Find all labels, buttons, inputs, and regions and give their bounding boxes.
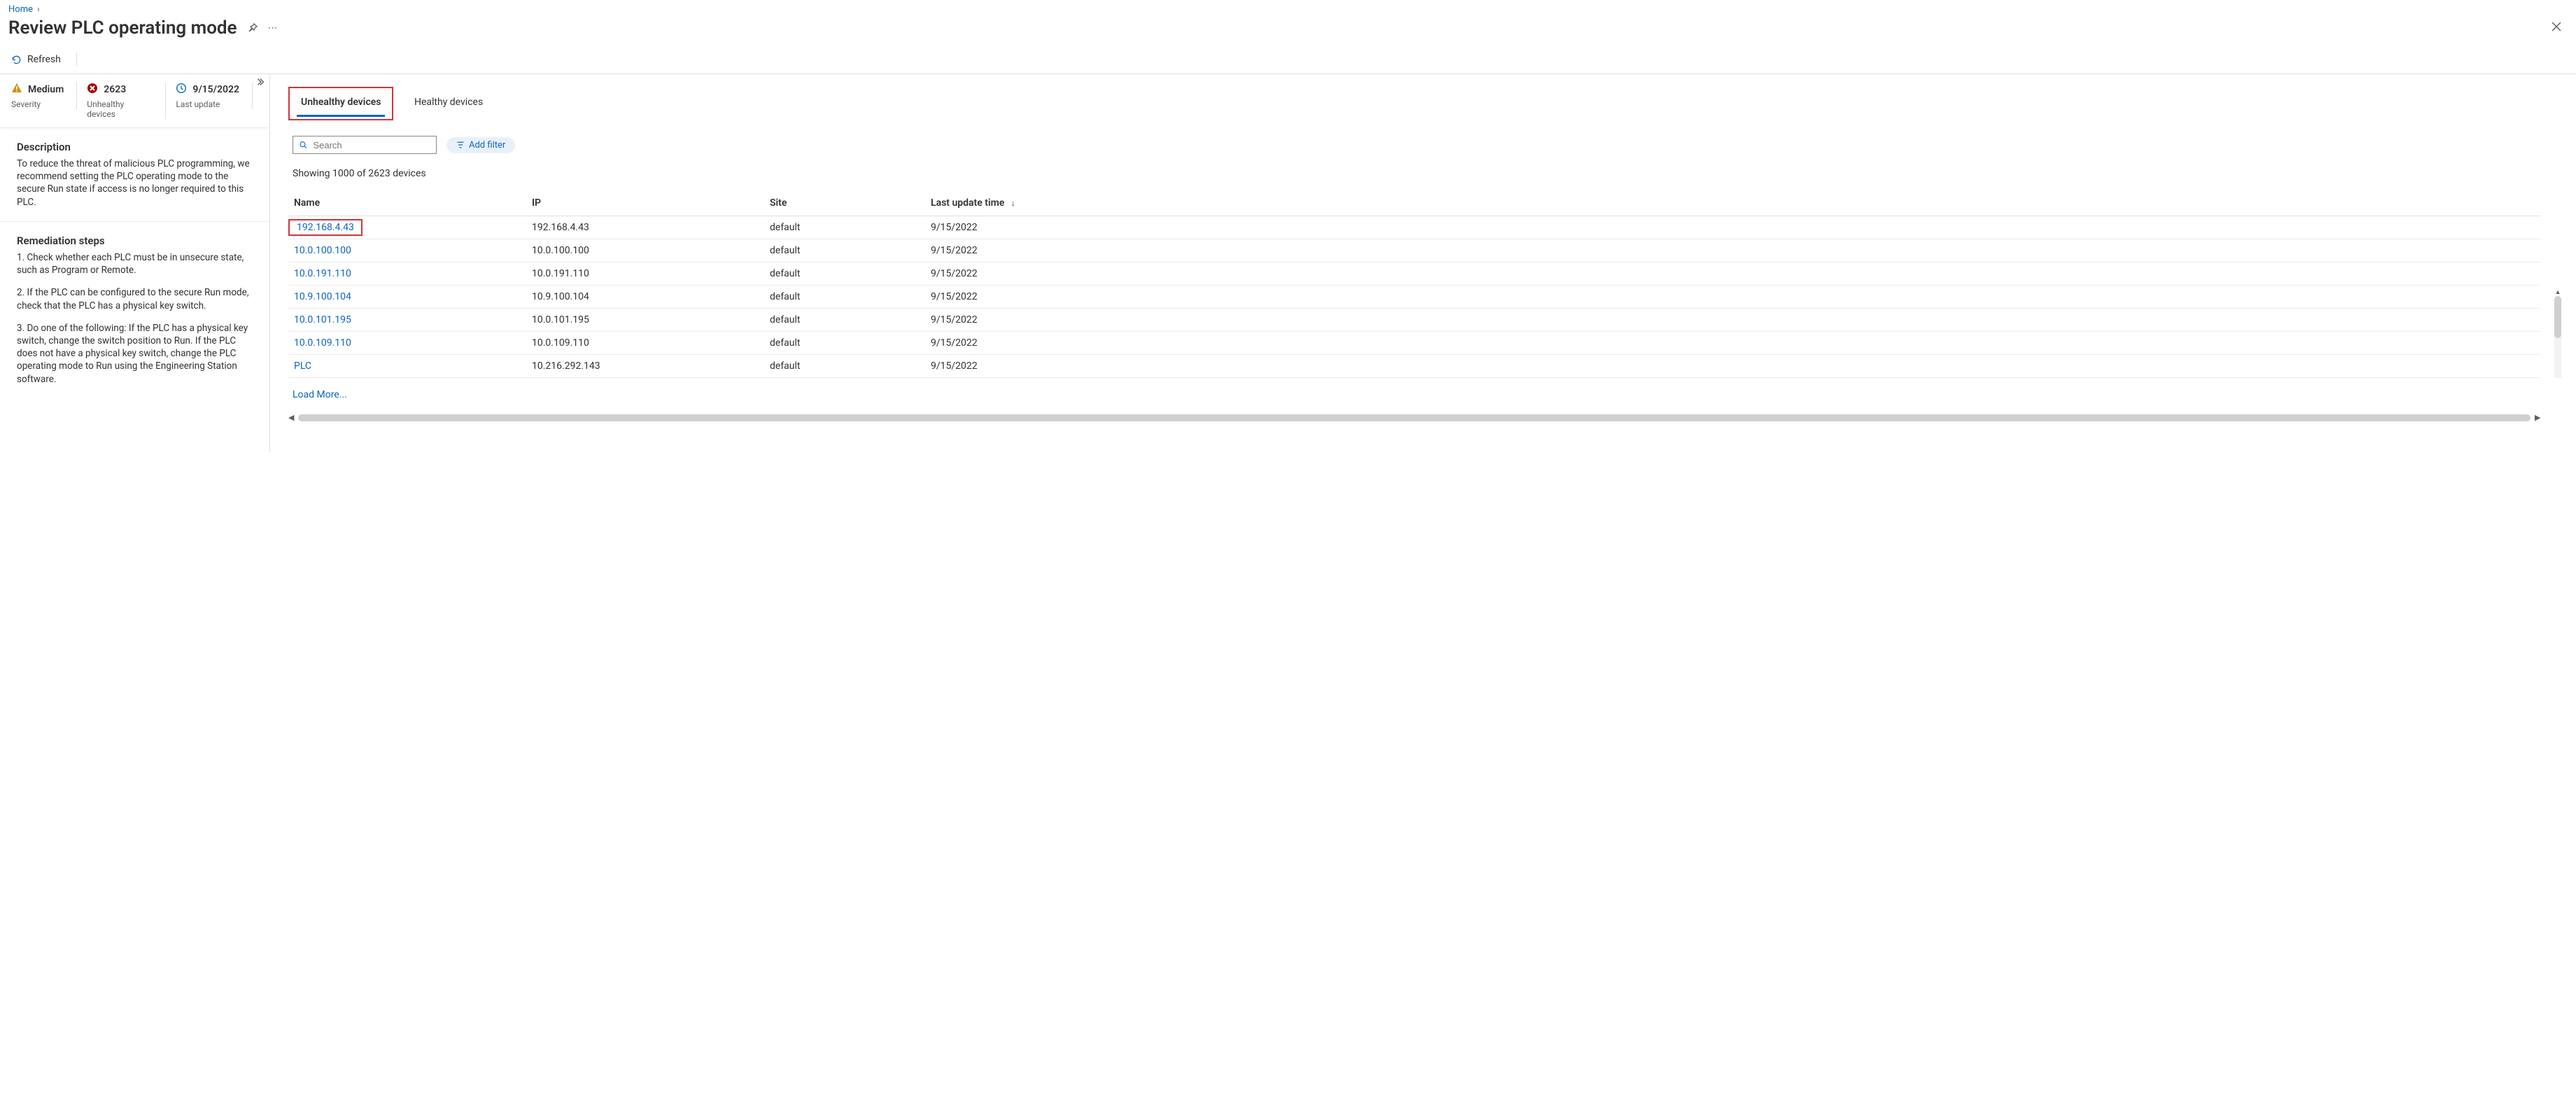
- load-more-link[interactable]: Load More...: [293, 389, 2563, 400]
- col-ip[interactable]: IP: [526, 190, 764, 216]
- error-icon: [87, 83, 98, 97]
- filter-icon: [456, 141, 465, 149]
- device-name-link[interactable]: 10.0.191.110: [294, 268, 351, 279]
- device-last-update: 9/15/2022: [925, 262, 2540, 286]
- add-filter-button[interactable]: Add filter: [446, 137, 515, 153]
- search-input[interactable]: [293, 136, 437, 154]
- metric-severity: Medium Severity: [11, 83, 77, 109]
- tab-healthy-devices[interactable]: Healthy devices: [410, 90, 487, 117]
- search-field[interactable]: [313, 140, 430, 150]
- device-name-link[interactable]: 192.168.4.43: [288, 219, 363, 236]
- tab-highlight-box: Unhealthy devices: [288, 87, 393, 120]
- metrics-strip: Medium Severity 2623 Unhealthy devices: [0, 74, 269, 128]
- description-heading: Description: [17, 141, 254, 153]
- close-icon[interactable]: [2551, 21, 2568, 35]
- refresh-button[interactable]: Refresh: [11, 54, 61, 65]
- device-name-link[interactable]: 10.0.100.100: [294, 245, 351, 256]
- devices-pane: Unhealthy devices Healthy devices Add fi…: [270, 74, 2576, 452]
- scroll-right-icon[interactable]: ▶: [2535, 413, 2540, 422]
- remediation-step: 2. If the PLC can be configured to the s…: [17, 286, 254, 311]
- device-site: default: [764, 216, 925, 239]
- tab-unhealthy-devices[interactable]: Unhealthy devices: [297, 90, 385, 117]
- scroll-left-icon[interactable]: ◀: [288, 413, 294, 422]
- unhealthy-label: Unhealthy devices: [87, 99, 153, 119]
- metrics-expand-icon[interactable]: [255, 77, 265, 90]
- col-last-update-label: Last update time: [931, 197, 1004, 209]
- description-body: To reduce the threat of malicious PLC pr…: [17, 157, 254, 209]
- device-ip: 10.9.100.104: [526, 286, 764, 309]
- remediation-step: 3. Do one of the following: If the PLC h…: [17, 322, 254, 386]
- col-site[interactable]: Site: [764, 190, 925, 216]
- remediation-heading: Remediation steps: [17, 234, 254, 247]
- device-name-link[interactable]: 10.9.100.104: [294, 291, 351, 302]
- more-icon[interactable]: ⋯: [268, 22, 279, 34]
- device-ip: 192.168.4.43: [526, 216, 764, 239]
- metric-last-update: 9/15/2022 Last update: [176, 83, 253, 109]
- clock-icon: [176, 83, 187, 97]
- breadcrumb-home[interactable]: Home: [8, 4, 33, 15]
- device-last-update: 9/15/2022: [925, 309, 2540, 332]
- title-row: Review PLC operating mode ⋯: [0, 15, 2576, 48]
- remediation-step: 1. Check whether each PLC must be in uns…: [17, 251, 254, 276]
- breadcrumb: Home ›: [0, 0, 2576, 15]
- device-last-update: 9/15/2022: [925, 355, 2540, 378]
- table-row[interactable]: 10.9.100.10410.9.100.104default9/15/2022: [288, 286, 2540, 309]
- vertical-scrollbar[interactable]: ▲ ▼: [2554, 288, 2562, 378]
- unhealthy-value: 2623: [104, 84, 126, 95]
- search-icon: [299, 140, 307, 150]
- device-last-update: 9/15/2022: [925, 239, 2540, 262]
- device-ip: 10.0.100.100: [526, 239, 764, 262]
- table-row[interactable]: 10.0.101.19510.0.101.195default9/15/2022: [288, 309, 2540, 332]
- pin-icon[interactable]: [247, 22, 258, 34]
- device-site: default: [764, 286, 925, 309]
- sort-desc-icon: ↓: [1011, 198, 1015, 208]
- device-site: default: [764, 262, 925, 286]
- device-last-update: 9/15/2022: [925, 286, 2540, 309]
- page-title: Review PLC operating mode: [8, 17, 237, 38]
- device-last-update: 9/15/2022: [925, 216, 2540, 239]
- col-name[interactable]: Name: [288, 190, 526, 216]
- table-row[interactable]: PLC 10.216.292.143default9/15/2022: [288, 355, 2540, 378]
- refresh-label: Refresh: [27, 54, 61, 65]
- details-pane: Medium Severity 2623 Unhealthy devices: [0, 74, 270, 452]
- last-update-label: Last update: [176, 99, 239, 109]
- table-row[interactable]: 10.0.191.11010.0.191.110default9/15/2022: [288, 262, 2540, 286]
- metric-unhealthy: 2623 Unhealthy devices: [87, 83, 166, 119]
- device-name-link[interactable]: PLC: [294, 360, 311, 372]
- device-site: default: [764, 239, 925, 262]
- devices-table: Name IP Site Last update time ↓ 192.168.…: [288, 190, 2540, 378]
- scroll-up-icon[interactable]: ▲: [2555, 288, 2561, 296]
- showing-count: Showing 1000 of 2623 devices: [293, 168, 2563, 179]
- device-ip: 10.216.292.143: [526, 355, 764, 378]
- table-row[interactable]: 10.0.109.11010.0.109.110default9/15/2022: [288, 332, 2540, 355]
- command-separator: [76, 52, 77, 66]
- device-ip: 10.0.101.195: [526, 309, 764, 332]
- severity-label: Severity: [11, 99, 64, 109]
- col-last-update[interactable]: Last update time ↓: [925, 190, 2540, 216]
- device-site: default: [764, 355, 925, 378]
- device-ip: 10.0.109.110: [526, 332, 764, 355]
- device-ip: 10.0.191.110: [526, 262, 764, 286]
- device-site: default: [764, 332, 925, 355]
- last-update-value: 9/15/2022: [192, 84, 239, 95]
- device-last-update: 9/15/2022: [925, 332, 2540, 355]
- device-name-link[interactable]: 10.0.101.195: [294, 314, 351, 325]
- device-name-link[interactable]: 10.0.109.110: [294, 337, 351, 349]
- command-bar: Refresh: [0, 48, 2576, 74]
- remediation-section: Remediation steps 1. Check whether each …: [0, 222, 269, 398]
- table-row[interactable]: 10.0.100.10010.0.100.100default9/15/2022: [288, 239, 2540, 262]
- table-row[interactable]: 192.168.4.43192.168.4.43default9/15/2022: [288, 216, 2540, 239]
- severity-value: Medium: [28, 84, 64, 95]
- horizontal-scrollbar[interactable]: ◀ ▶: [288, 413, 2540, 422]
- chevron-right-icon: ›: [37, 4, 40, 15]
- device-site: default: [764, 309, 925, 332]
- add-filter-label: Add filter: [469, 140, 505, 150]
- description-section: Description To reduce the threat of mali…: [0, 128, 269, 222]
- warning-icon: [11, 83, 22, 97]
